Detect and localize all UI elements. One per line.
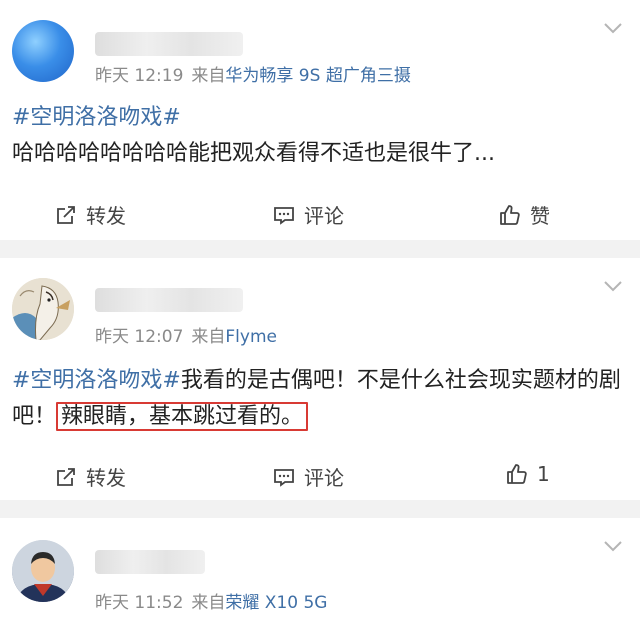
post-meta: 昨天 12:19 来自华为畅享 9S 超广角三摄 [95, 61, 411, 86]
repost-icon [57, 205, 75, 224]
repost-button[interactable]: 转发 [54, 200, 126, 229]
highlighted-text: 辣眼睛，基本跳过看的。 [56, 402, 309, 431]
comment-button[interactable]: 评论 [272, 200, 344, 229]
post-source[interactable]: Flyme [225, 327, 277, 347]
post-source[interactable]: 荣耀 X10 5G [225, 593, 327, 613]
avatar-photo [12, 540, 74, 602]
post-source[interactable]: 华为畅享 9S 超广角三摄 [225, 66, 410, 86]
comment-label: 评论 [304, 466, 344, 490]
avatar[interactable] [12, 278, 74, 340]
source-prefix: 来自 [191, 593, 226, 613]
like-icon [500, 204, 520, 225]
chevron-down-icon[interactable] [604, 280, 622, 292]
like-label: 赞 [530, 204, 550, 228]
action-bar: 转发 评论 赞 [0, 194, 640, 234]
post-card: 昨天 11:52 来自荣耀 X10 5G [0, 518, 640, 633]
post-time: 昨天 11:52 [95, 593, 184, 613]
like-button[interactable]: 赞 [498, 200, 550, 229]
avatar[interactable] [12, 20, 74, 82]
like-button[interactable]: 1 [505, 462, 550, 486]
post-text: #空明洛洛吻戏#我看的是古偶吧！不是什么社会现实题材的剧吧！ 辣眼睛，基本跳过看的… [12, 363, 628, 435]
topic-link[interactable]: #空明洛洛吻戏# [12, 105, 181, 130]
comment-icon [274, 468, 294, 487]
repost-button[interactable]: 转发 [54, 462, 126, 491]
post-card: 昨天 12:19 来自华为畅享 9S 超广角三摄 #空明洛洛吻戏# 哈哈哈哈哈哈哈… [0, 0, 640, 240]
post-meta: 昨天 11:52 来自荣耀 X10 5G [95, 588, 327, 613]
username-blurred[interactable] [95, 550, 205, 574]
post-time: 昨天 12:19 [95, 66, 184, 86]
username-blurred[interactable] [95, 288, 243, 312]
like-count: 1 [537, 462, 550, 486]
post-meta: 昨天 12:07 来自Flyme [95, 322, 277, 347]
topic-link[interactable]: #空明洛洛吻戏# [12, 368, 181, 393]
action-bar: 转发 评论 1 [0, 456, 640, 496]
chevron-down-icon[interactable] [604, 22, 622, 34]
weibo-feed: 昨天 12:19 来自华为畅享 9S 超广角三摄 #空明洛洛吻戏# 哈哈哈哈哈哈哈… [0, 0, 640, 633]
post-text: #空明洛洛吻戏# 哈哈哈哈哈哈哈哈能把观众看得不适也是很牛了... [12, 100, 628, 172]
avatar-illustration [12, 278, 74, 340]
comment-icon [274, 206, 294, 225]
comment-label: 评论 [304, 204, 344, 228]
repost-icon [57, 467, 75, 486]
like-icon [507, 464, 527, 484]
repost-label: 转发 [86, 466, 126, 490]
source-prefix: 来自 [191, 66, 226, 86]
avatar[interactable] [12, 540, 74, 602]
post-time: 昨天 12:07 [95, 327, 184, 347]
post-card: 昨天 12:07 来自Flyme #空明洛洛吻戏#我看的是古偶吧！不是什么社会现实… [0, 258, 640, 500]
comment-button[interactable]: 评论 [272, 462, 344, 491]
source-prefix: 来自 [191, 327, 226, 347]
repost-label: 转发 [86, 204, 126, 228]
post-content: 哈哈哈哈哈哈哈哈能把观众看得不适也是很牛了... [12, 141, 495, 166]
username-blurred[interactable] [95, 32, 243, 56]
chevron-down-icon[interactable] [604, 540, 622, 552]
